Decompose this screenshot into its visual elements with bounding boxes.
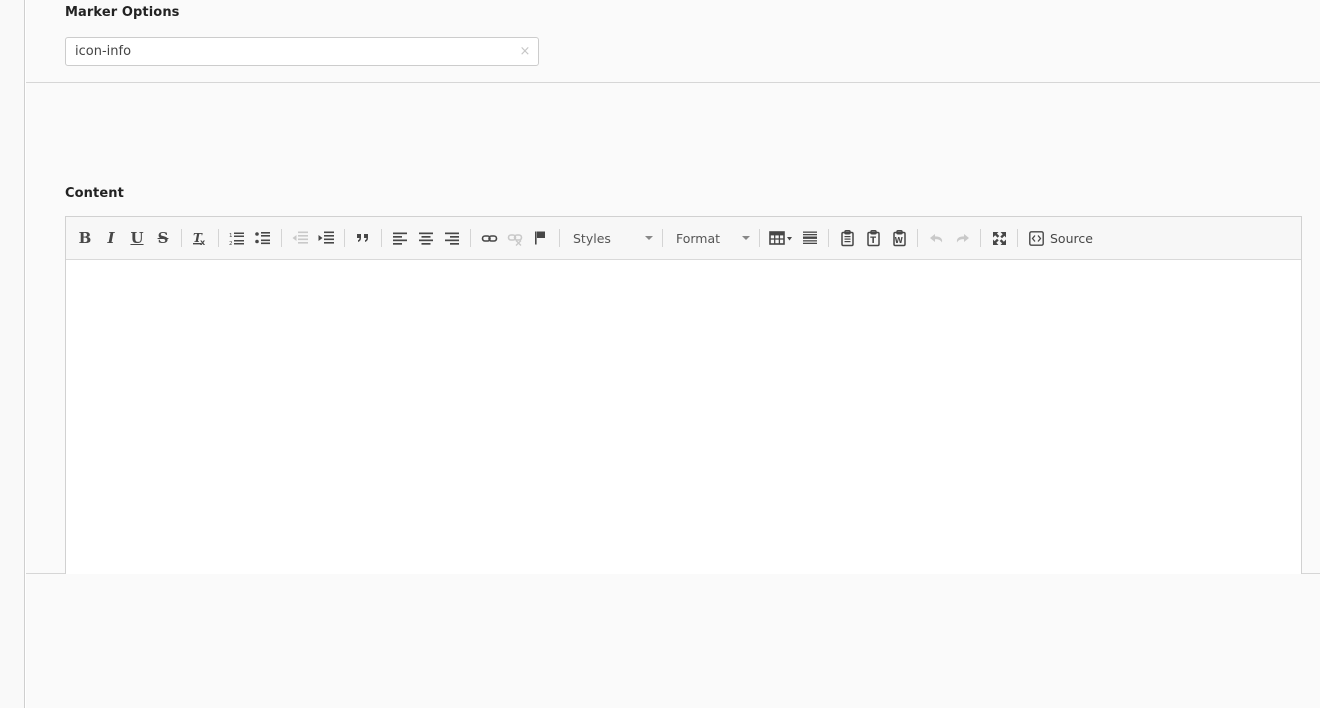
format-dropdown[interactable]: Format: [668, 225, 754, 251]
toolbar-separator: [344, 229, 345, 247]
chevron-down-icon: [645, 236, 653, 240]
paste-button[interactable]: [834, 225, 860, 251]
marker-icon-select[interactable]: icon-info ×: [65, 37, 539, 66]
marker-options-label: Marker Options: [65, 5, 180, 20]
increase-indent-button[interactable]: [313, 225, 339, 251]
source-code-icon: [1029, 230, 1044, 246]
styles-dropdown[interactable]: Styles: [565, 225, 657, 251]
strikethrough-button[interactable]: S: [150, 225, 176, 251]
horizontal-rule-button[interactable]: [797, 225, 823, 251]
anchor-flag-icon[interactable]: [528, 225, 554, 251]
editor-toolbar: B I U S T x 1 2 Styles Format T W Source: [66, 217, 1301, 260]
numbered-list-button[interactable]: 1 2: [224, 225, 250, 251]
table-button[interactable]: [765, 225, 797, 251]
source-button-label: Source: [1050, 230, 1093, 246]
underline-button[interactable]: U: [124, 225, 150, 251]
toolbar-separator: [470, 229, 471, 247]
marker-options-section: Marker Options icon-info ×: [26, 0, 1320, 83]
maximize-button[interactable]: [986, 225, 1012, 251]
link-button[interactable]: [476, 225, 502, 251]
list-items-section: List-Items (Text & Image) Create new ▸: [26, 574, 1320, 708]
redo-button[interactable]: [949, 225, 975, 251]
toolbar-separator: [559, 229, 560, 247]
toolbar-separator: [662, 229, 663, 247]
align-right-button[interactable]: [439, 225, 465, 251]
svg-text:1: 1: [229, 233, 233, 239]
paste-from-word-button[interactable]: W: [886, 225, 912, 251]
align-center-button[interactable]: [413, 225, 439, 251]
svg-text:W: W: [894, 236, 903, 245]
bulleted-list-button[interactable]: [250, 225, 276, 251]
marker-icon-selected-value: icon-info: [75, 44, 132, 59]
paste-as-text-button[interactable]: T: [860, 225, 886, 251]
styles-dropdown-label: Styles: [573, 230, 611, 246]
toolbar-separator: [759, 229, 760, 247]
toolbar-separator: [281, 229, 282, 247]
source-button[interactable]: Source: [1023, 225, 1099, 251]
decrease-indent-button[interactable]: [287, 225, 313, 251]
toolbar-separator: [828, 229, 829, 247]
svg-text:x: x: [200, 238, 206, 247]
undo-button[interactable]: [923, 225, 949, 251]
toolbar-separator: [181, 229, 182, 247]
toolbar-separator: [980, 229, 981, 247]
close-icon[interactable]: ×: [512, 44, 538, 59]
bold-button[interactable]: B: [72, 225, 98, 251]
blockquote-button[interactable]: [350, 225, 376, 251]
form-bottom-spacer: [26, 699, 1320, 708]
toolbar-separator: [917, 229, 918, 247]
format-dropdown-label: Format: [676, 230, 721, 246]
page-left-gutter: [0, 0, 25, 708]
form-content-column: Marker Options icon-info × Content B I U…: [26, 0, 1320, 708]
content-section: Content B I U S T x 1 2 Styles Format T …: [26, 83, 1320, 640]
align-left-button[interactable]: [387, 225, 413, 251]
remove-format-button[interactable]: T x: [187, 225, 213, 251]
unlink-button[interactable]: [502, 225, 528, 251]
toolbar-separator: [1017, 229, 1018, 247]
italic-button[interactable]: I: [98, 225, 124, 251]
svg-text:2: 2: [229, 241, 233, 246]
svg-text:T: T: [870, 236, 876, 246]
backend-form-page: Marker Options icon-info × Content B I U…: [0, 0, 1320, 708]
editor-content-area[interactable]: [66, 260, 1301, 613]
toolbar-separator: [218, 229, 219, 247]
toolbar-separator: [381, 229, 382, 247]
chevron-down-icon: [742, 236, 750, 240]
content-label: Content: [65, 186, 124, 201]
